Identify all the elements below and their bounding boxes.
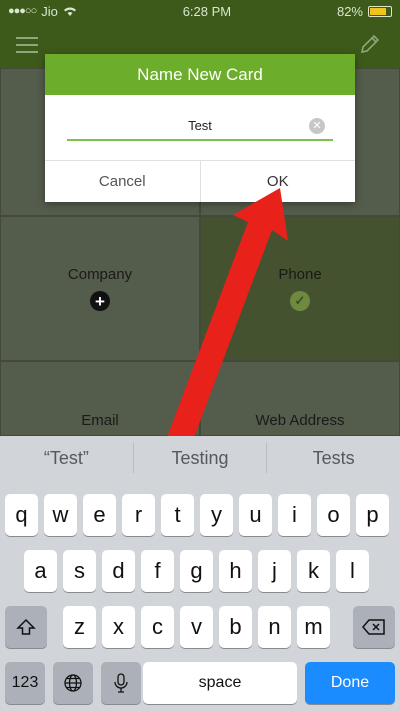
key-o[interactable]: o bbox=[317, 494, 350, 536]
dictation-key[interactable] bbox=[101, 662, 141, 704]
cancel-button[interactable]: Cancel bbox=[45, 161, 200, 202]
status-left: ●●●○○ Jio bbox=[8, 4, 77, 19]
key-x[interactable]: x bbox=[102, 606, 135, 648]
key-l[interactable]: l bbox=[336, 550, 369, 592]
suggestion-bar: “Test” Testing Tests bbox=[0, 436, 400, 480]
done-key[interactable]: Done bbox=[305, 662, 395, 704]
battery-icon bbox=[368, 5, 392, 17]
add-icon[interactable]: + bbox=[90, 291, 110, 311]
microphone-icon bbox=[114, 673, 128, 693]
key-t[interactable]: t bbox=[161, 494, 194, 536]
tile-email[interactable]: Email bbox=[0, 361, 200, 436]
key-d[interactable]: d bbox=[102, 550, 135, 592]
dialog-input-area: ✕ bbox=[45, 95, 355, 160]
key-m[interactable]: m bbox=[297, 606, 330, 648]
tile-phone[interactable]: Phone ✓ bbox=[200, 216, 400, 361]
dialog-title: Name New Card bbox=[45, 54, 355, 95]
dialog-buttons: Cancel OK bbox=[45, 160, 355, 202]
pencil-icon[interactable] bbox=[358, 32, 382, 56]
status-bar: ●●●○○ Jio 6:28 PM 82% bbox=[0, 0, 400, 22]
backspace-key[interactable] bbox=[353, 606, 395, 648]
battery-percent: 82% bbox=[336, 3, 363, 19]
email-label: Email bbox=[81, 412, 119, 429]
key-k[interactable]: k bbox=[297, 550, 330, 592]
tile-company[interactable]: Company + bbox=[0, 216, 200, 361]
key-p[interactable]: p bbox=[356, 494, 389, 536]
backspace-icon bbox=[362, 619, 385, 635]
key-a[interactable]: a bbox=[24, 550, 57, 592]
key-c[interactable]: c bbox=[141, 606, 174, 648]
menu-icon[interactable] bbox=[16, 37, 38, 53]
key-j[interactable]: j bbox=[258, 550, 291, 592]
ok-button[interactable]: OK bbox=[199, 161, 356, 202]
globe-icon bbox=[64, 674, 82, 692]
key-z[interactable]: z bbox=[63, 606, 96, 648]
signal-icon: ●●●○○ bbox=[8, 5, 37, 17]
key-y[interactable]: y bbox=[200, 494, 233, 536]
key-e[interactable]: e bbox=[83, 494, 116, 536]
key-r[interactable]: r bbox=[122, 494, 155, 536]
key-u[interactable]: u bbox=[239, 494, 272, 536]
numbers-key[interactable]: 123 bbox=[5, 662, 45, 704]
wifi-icon bbox=[63, 7, 76, 16]
key-i[interactable]: i bbox=[278, 494, 311, 536]
key-b[interactable]: b bbox=[219, 606, 252, 648]
battery-fill bbox=[370, 7, 387, 15]
card-name-input[interactable] bbox=[67, 111, 333, 141]
key-h[interactable]: h bbox=[219, 550, 252, 592]
tile-web-address[interactable]: Web Address bbox=[200, 361, 400, 436]
name-card-dialog: Name New Card ✕ Cancel OK bbox=[45, 54, 355, 202]
web-address-label: Web Address bbox=[255, 412, 345, 429]
status-right: 82% bbox=[337, 4, 392, 19]
clock: 6:28 PM bbox=[182, 3, 232, 19]
key-w[interactable]: w bbox=[44, 494, 77, 536]
shift-icon bbox=[16, 618, 36, 635]
key-v[interactable]: v bbox=[180, 606, 213, 648]
suggestion-item[interactable]: Testing bbox=[132, 443, 267, 473]
key-g[interactable]: g bbox=[180, 550, 213, 592]
shift-key[interactable] bbox=[5, 606, 47, 648]
keyboard: q w e r t y u i o p a s d f g h j k l z … bbox=[0, 480, 400, 711]
suggestion-item[interactable]: “Test” bbox=[0, 443, 133, 473]
suggestion-item[interactable]: Tests bbox=[266, 443, 400, 473]
carrier-label: Jio bbox=[41, 3, 58, 19]
space-key[interactable]: space bbox=[143, 662, 297, 704]
clear-icon[interactable]: ✕ bbox=[309, 118, 325, 134]
company-label: Company bbox=[67, 266, 133, 283]
phone-label: Phone bbox=[278, 266, 322, 283]
globe-key[interactable] bbox=[53, 662, 93, 704]
key-n[interactable]: n bbox=[258, 606, 291, 648]
key-q[interactable]: q bbox=[5, 494, 38, 536]
key-s[interactable]: s bbox=[63, 550, 96, 592]
key-f[interactable]: f bbox=[141, 550, 174, 592]
check-icon: ✓ bbox=[290, 291, 310, 311]
